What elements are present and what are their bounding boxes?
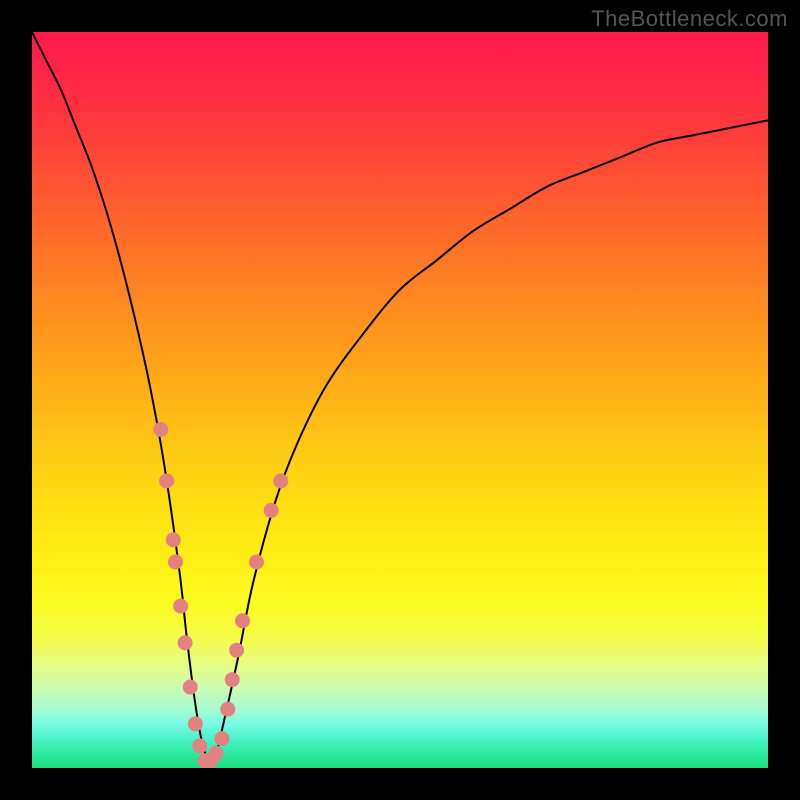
- scatter-dot: [229, 643, 244, 658]
- scatter-dot: [220, 702, 235, 717]
- scatter-dot: [188, 716, 203, 731]
- scatter-dot: [173, 599, 188, 614]
- scatter-dot: [178, 635, 193, 650]
- chart-frame: TheBottleneck.com: [0, 0, 800, 800]
- scatter-dot: [225, 672, 240, 687]
- scatter-group: [153, 422, 288, 768]
- scatter-dot: [153, 422, 168, 437]
- scatter-dot: [166, 532, 181, 547]
- plot-area: [32, 32, 768, 768]
- scatter-dot: [264, 503, 279, 518]
- scatter-dot: [249, 554, 264, 569]
- chart-svg: [32, 32, 768, 768]
- scatter-dot: [183, 680, 198, 695]
- scatter-dot: [209, 746, 224, 761]
- scatter-dot: [192, 738, 207, 753]
- scatter-dot: [235, 613, 250, 628]
- scatter-dot: [159, 473, 174, 488]
- bottleneck-curve: [32, 32, 768, 761]
- scatter-dot: [273, 473, 288, 488]
- watermark-text: TheBottleneck.com: [591, 6, 788, 32]
- scatter-dot: [168, 554, 183, 569]
- scatter-dot: [214, 731, 229, 746]
